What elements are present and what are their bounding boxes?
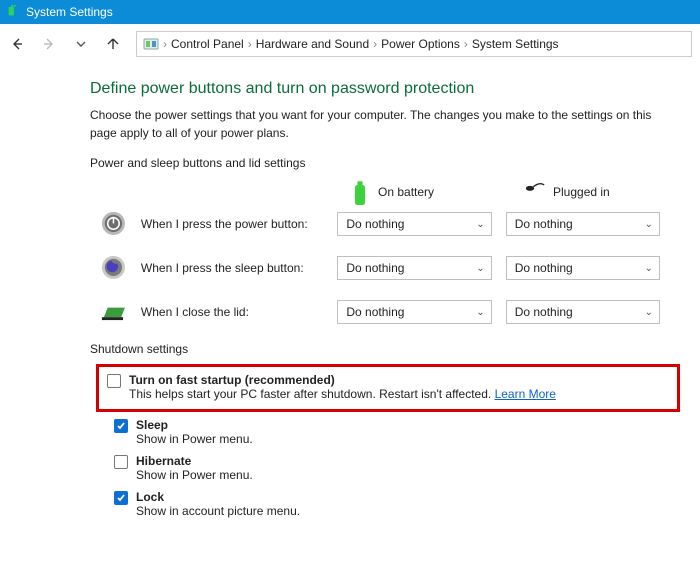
nav-forward-icon[interactable] xyxy=(40,35,58,53)
sleep-sub: Show in Power menu. xyxy=(136,432,253,446)
setting-row-power-button: When I press the power button: Do nothin… xyxy=(90,210,660,238)
column-label: On battery xyxy=(378,185,434,199)
select-value: Do nothing xyxy=(346,261,404,275)
highlight-box: Turn on fast startup (recommended) This … xyxy=(96,364,680,412)
fast-startup-title: Turn on fast startup (recommended) xyxy=(129,373,556,387)
chevron-right-icon: › xyxy=(248,37,252,51)
control-panel-icon xyxy=(143,36,159,52)
app-icon xyxy=(6,5,20,19)
nav-recent-icon[interactable] xyxy=(72,35,90,53)
shutdown-items: Sleep Show in Power menu. Hibernate Show… xyxy=(90,416,660,520)
page-title: Define power buttons and turn on passwor… xyxy=(90,80,660,98)
nav-up-icon[interactable] xyxy=(104,35,122,53)
plug-icon xyxy=(525,180,545,204)
hibernate-title: Hibernate xyxy=(136,454,253,468)
select-value: Do nothing xyxy=(515,261,573,275)
lid-plugged-select[interactable]: Do nothing ⌄ xyxy=(506,300,660,324)
chevron-down-icon: ⌄ xyxy=(645,307,653,318)
sleep-button-plugged-select[interactable]: Do nothing ⌄ xyxy=(506,256,660,280)
row-label: When I press the sleep button: xyxy=(141,261,323,275)
breadcrumb-item[interactable]: Hardware and Sound xyxy=(256,37,369,51)
fast-startup-row: Turn on fast startup (recommended) This … xyxy=(107,371,669,403)
select-value: Do nothing xyxy=(515,305,573,319)
chevron-down-icon: ⌄ xyxy=(476,263,484,274)
column-label: Plugged in xyxy=(553,185,610,199)
address-bar[interactable]: › Control Panel › Hardware and Sound › P… xyxy=(136,31,692,57)
laptop-lid-icon xyxy=(100,298,127,326)
hibernate-row: Hibernate Show in Power menu. xyxy=(90,452,660,484)
section-label-shutdown: Shutdown settings xyxy=(90,342,660,356)
select-value: Do nothing xyxy=(515,217,573,231)
chevron-down-icon: ⌄ xyxy=(476,219,484,230)
power-button-plugged-select[interactable]: Do nothing ⌄ xyxy=(506,212,660,236)
content-area: Define power buttons and turn on passwor… xyxy=(0,64,700,540)
lock-row: Lock Show in account picture menu. xyxy=(90,488,660,520)
fast-startup-checkbox[interactable] xyxy=(107,374,121,388)
select-value: Do nothing xyxy=(346,305,404,319)
column-plugged-in: Plugged in xyxy=(525,180,660,204)
section-label-buttons-lid: Power and sleep buttons and lid settings xyxy=(90,156,660,170)
sleep-button-icon xyxy=(100,254,127,282)
power-button-battery-select[interactable]: Do nothing ⌄ xyxy=(337,212,491,236)
fast-startup-sub: This helps start your PC faster after sh… xyxy=(129,387,556,401)
sleep-title: Sleep xyxy=(136,418,253,432)
window-title: System Settings xyxy=(26,5,113,19)
breadcrumb-item[interactable]: Power Options xyxy=(381,37,460,51)
sleep-checkbox[interactable] xyxy=(114,419,128,433)
select-value: Do nothing xyxy=(346,217,404,231)
chevron-down-icon: ⌄ xyxy=(645,219,653,230)
hibernate-checkbox[interactable] xyxy=(114,455,128,469)
chevron-right-icon: › xyxy=(373,37,377,51)
titlebar: System Settings xyxy=(0,0,700,24)
setting-row-sleep-button: When I press the sleep button: Do nothin… xyxy=(90,254,660,282)
lock-title: Lock xyxy=(136,490,300,504)
power-button-icon xyxy=(100,210,127,238)
row-label: When I press the power button: xyxy=(141,217,323,231)
row-label: When I close the lid: xyxy=(141,305,323,319)
learn-more-link[interactable]: Learn More xyxy=(495,387,556,401)
chevron-right-icon: › xyxy=(464,37,468,51)
nav-back-icon[interactable] xyxy=(8,35,26,53)
hibernate-sub: Show in Power menu. xyxy=(136,468,253,482)
battery-icon xyxy=(350,180,370,204)
chevron-right-icon: › xyxy=(163,37,167,51)
breadcrumb-item[interactable]: Control Panel xyxy=(171,37,244,51)
lid-battery-select[interactable]: Do nothing ⌄ xyxy=(337,300,491,324)
sleep-row: Sleep Show in Power menu. xyxy=(90,416,660,448)
page-description: Choose the power settings that you want … xyxy=(90,106,660,142)
chevron-down-icon: ⌄ xyxy=(476,307,484,318)
breadcrumb-item[interactable]: System Settings xyxy=(472,37,559,51)
setting-row-close-lid: When I close the lid: Do nothing ⌄ Do no… xyxy=(90,298,660,326)
nav-row: › Control Panel › Hardware and Sound › P… xyxy=(0,24,700,64)
sleep-button-battery-select[interactable]: Do nothing ⌄ xyxy=(337,256,491,280)
lock-checkbox[interactable] xyxy=(114,491,128,505)
column-on-battery: On battery xyxy=(350,180,485,204)
lock-sub: Show in account picture menu. xyxy=(136,504,300,518)
column-headers: On battery Plugged in xyxy=(90,180,660,204)
chevron-down-icon: ⌄ xyxy=(645,263,653,274)
